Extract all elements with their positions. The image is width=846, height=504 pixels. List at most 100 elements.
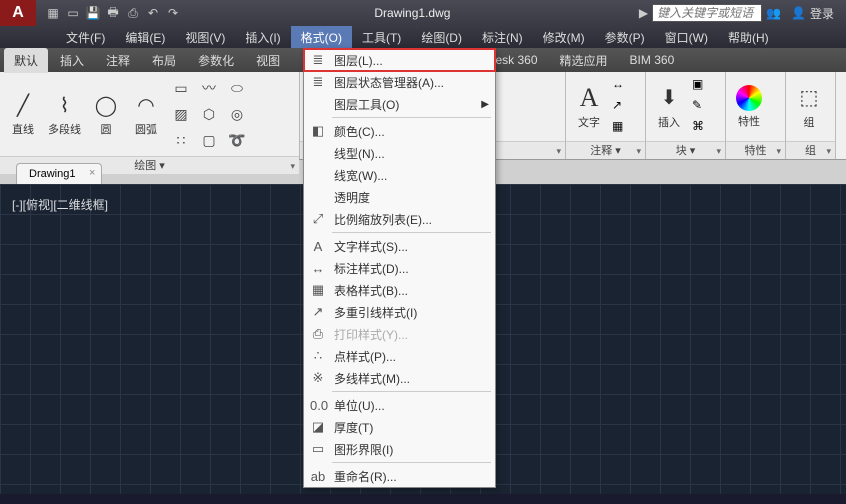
line-tool[interactable]: ╱直线 [6,89,40,139]
search-input[interactable] [652,4,762,22]
menu-item-8[interactable]: ⤢比例缩放列表(E)... [304,208,495,230]
qat-saveas-icon[interactable]: 🖶 [104,4,122,22]
menu-item-label: 文字样式(S)... [334,238,408,255]
dim-icon[interactable]: ↔ [612,77,632,95]
insert-tool[interactable]: ⬇插入 [652,82,686,132]
menu-item-12[interactable]: ▦表格样式(B)... [304,279,495,301]
app-logo[interactable]: A [0,0,36,26]
menu-d[interactable]: 绘图(D) [411,26,472,48]
qat-new-icon[interactable]: ▦ [44,4,62,22]
block-edit-icon[interactable]: ✎ [692,98,712,116]
menu-m[interactable]: 修改(M) [533,26,595,48]
menu-item-label: 图层状态管理器(A)... [334,74,444,91]
menu-item-2[interactable]: 图层工具(O)▶ [304,93,495,115]
menu-item-0[interactable]: ≣ 图层(L)... [304,49,495,71]
menu-item-label: 颜色(C)... [334,123,385,140]
ribbon-tab-10[interactable]: 精选应用 [550,48,618,73]
region-icon[interactable]: ▢ [197,128,221,152]
menu-item-16[interactable]: ※多线样式(M)... [304,367,495,389]
menu-item-5[interactable]: 线型(N)... [304,142,495,164]
panel-label-annot[interactable]: 注释 ▾ [566,141,645,159]
leader-icon[interactable]: ↗ [612,98,632,116]
menu-n[interactable]: 标注(N) [472,26,533,48]
menu-item-icon: ab [310,469,326,484]
menu-item-15[interactable]: ∴点样式(P)... [304,345,495,367]
menu-h[interactable]: 帮助(H) [718,26,779,48]
menu-item-label: 多重引线样式(I) [334,304,417,321]
qat-redo-icon[interactable]: ↷ [164,4,182,22]
search-icon[interactable]: 👥 [766,6,781,20]
menu-item-22[interactable]: ab 重命名(R)... [304,465,495,487]
menu-item-19[interactable]: ◪ 厚度(T) [304,416,495,438]
rect-icon[interactable]: ▭ [169,76,193,100]
menu-item-label: 透明度 [334,189,370,206]
menu-item-10[interactable]: A 文字样式(S)... [304,235,495,257]
menu-p[interactable]: 参数(P) [595,26,655,48]
menu-item-icon: ≣ [310,52,326,68]
menu-item-icon: A [310,239,326,254]
window-title: Drawing1.dwg [186,6,639,20]
menu-o[interactable]: 格式(O) [291,26,352,48]
panel-label-group[interactable]: 组 [786,141,835,159]
menu-v[interactable]: 视图(V) [175,26,235,48]
menu-item-1[interactable]: ≣ 图层状态管理器(A)... [304,71,495,93]
panel-label-block[interactable]: 块 ▾ [646,141,725,159]
menu-item-icon: ≣ [310,74,326,90]
ribbon-tab-3[interactable]: 布局 [142,48,186,73]
menu-item-6[interactable]: 线宽(W)... [304,164,495,186]
panel-label-props[interactable]: 特性 [726,141,785,159]
ribbon-tab-11[interactable]: BIM 360 [620,49,685,71]
donut-icon[interactable]: ◎ [225,102,249,126]
menu-item-18[interactable]: 0.0单位(U)... [304,394,495,416]
menu-item-14: ⎙打印样式(Y)... [304,323,495,345]
menu-item-label: 线宽(W)... [334,167,387,184]
qat-print-icon[interactable]: ⎙ [124,4,142,22]
menu-item-label: 点样式(P)... [334,348,396,365]
spline-icon[interactable]: 〰 [197,76,221,100]
menu-w[interactable]: 窗口(W) [655,26,718,48]
menu-item-7[interactable]: 透明度 [304,186,495,208]
table-icon[interactable]: ▦ [612,119,632,137]
ribbon-tab-5[interactable]: 视图 [246,48,290,73]
arc-tool[interactable]: ◠圆弧 [129,89,163,139]
helix-icon[interactable]: ➰ [225,128,249,152]
qat-save-icon[interactable]: 💾 [84,4,102,22]
document-tab[interactable]: Drawing1 [16,163,102,184]
menu-item-11[interactable]: ↔标注样式(D)... [304,257,495,279]
polyline-tool[interactable]: ⌇多段线 [46,89,83,139]
menu-item-icon: ◪ [310,419,326,435]
menu-f[interactable]: 文件(F) [56,26,115,48]
menu-item-label: 图层(L)... [334,52,383,69]
text-tool[interactable]: A文字 [572,82,606,132]
ribbon-tab-2[interactable]: 注释 [96,48,140,73]
menu-item-label: 重命名(R)... [334,468,397,485]
user-icon: 👤 [791,6,806,20]
point-icon[interactable]: ∷ [169,128,193,152]
ellipse-icon[interactable]: ⬭ [225,76,249,100]
search-help-icon[interactable]: ▶ [639,6,648,20]
props-tool[interactable]: 特性 [732,83,766,131]
view-label[interactable]: [-][俯视][二维线框] [12,196,108,213]
format-menu-dropdown: ≣ 图层(L)... ≣ 图层状态管理器(A)... 图层工具(O)▶ ◧颜色(C)...… [303,48,496,488]
qat-undo-icon[interactable]: ↶ [144,4,162,22]
ribbon-tab-0[interactable]: 默认 [4,48,48,73]
hatch-icon[interactable]: ▨ [169,102,193,126]
menu-i[interactable]: 插入(I) [235,26,290,48]
polygon-icon[interactable]: ⬡ [197,102,221,126]
block-attr-icon[interactable]: ⌘ [692,119,712,137]
menu-e[interactable]: 编辑(E) [115,26,175,48]
login-button[interactable]: 👤登录 [785,3,840,24]
ribbon-tab-4[interactable]: 参数化 [188,48,244,73]
ribbon-tab-1[interactable]: 插入 [50,48,94,73]
block-create-icon[interactable]: ▣ [692,77,712,95]
menu-item-label: 多线样式(M)... [334,370,410,387]
group-tool[interactable]: ⬚组 [792,82,826,132]
menu-t[interactable]: 工具(T) [352,26,411,48]
menu-item-icon: 0.0 [310,398,326,413]
circle-tool[interactable]: ◯圆 [89,89,123,139]
qat-open-icon[interactable]: ▭ [64,4,82,22]
menu-item-label: 厚度(T) [334,419,373,436]
menu-item-13[interactable]: ↗多重引线样式(I) [304,301,495,323]
menu-item-4[interactable]: ◧颜色(C)... [304,120,495,142]
menu-item-20[interactable]: ▭图形界限(I) [304,438,495,460]
